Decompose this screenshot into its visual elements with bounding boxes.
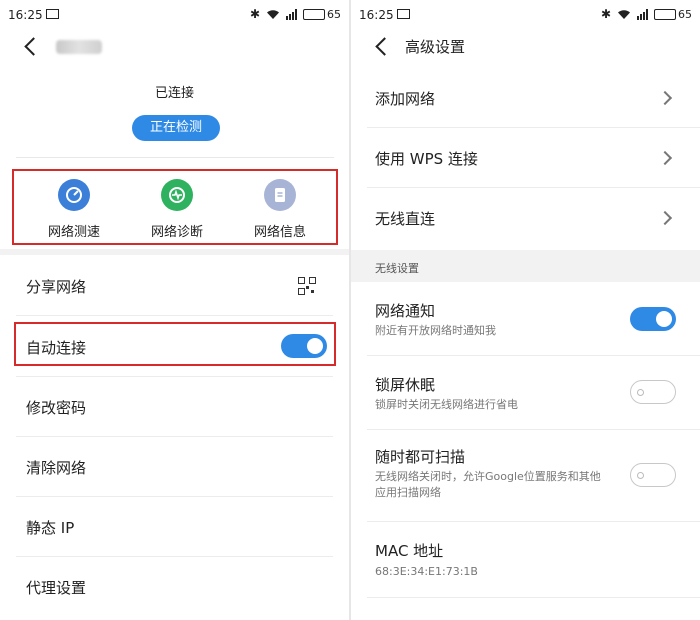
chevron-right-icon: [657, 150, 673, 166]
network-notification-toggle[interactable]: [630, 307, 676, 331]
row-label: 无线直连: [375, 210, 436, 228]
row-label: 清除网络: [26, 459, 87, 477]
row-wps-connect[interactable]: 使用 WPS 连接: [351, 128, 700, 188]
row-label: 修改密码: [26, 399, 87, 417]
row-proxy-settings[interactable]: 代理设置: [0, 557, 349, 617]
row-label: 静态 IP: [26, 519, 75, 537]
chevron-right-icon: [657, 210, 673, 226]
row-subtitle: 无线网络关闭时，允许Google位置服务和其他: [375, 470, 601, 483]
top-bar: [0, 30, 349, 66]
row-share-network[interactable]: 分享网络: [0, 255, 349, 316]
auto-connect-highlight-box: [14, 322, 336, 366]
wifi-icon: [267, 9, 279, 19]
tool-label: 网络诊断: [150, 225, 203, 240]
chevron-right-icon: [657, 90, 673, 106]
row-subtitle: 附近有开放网络时通知我: [375, 324, 496, 337]
row-title: 锁屏休眠: [375, 376, 436, 394]
row-title: 网络通知: [375, 302, 436, 320]
speedometer-icon: [58, 179, 90, 211]
tool-diagnose[interactable]: 网络诊断: [127, 177, 227, 241]
status-icons: ✱ 65: [250, 7, 341, 21]
qr-code-icon[interactable]: [298, 277, 316, 295]
pulse-icon: [161, 179, 193, 211]
sleep-on-lock-toggle[interactable]: [630, 380, 676, 404]
row-static-ip[interactable]: 静态 IP: [0, 497, 349, 557]
tool-label: 网络测速: [47, 225, 100, 240]
status-time: 16:25: [8, 8, 43, 22]
notification-icon: [397, 9, 410, 19]
tool-info[interactable]: 网络信息: [230, 177, 330, 241]
row-add-network[interactable]: 添加网络: [351, 68, 700, 128]
bluetooth-icon: ✱: [600, 7, 611, 21]
connection-status: 已连接: [154, 86, 194, 101]
wifi-detail-screen: 16:25 ✱ 65 已连接 正在检测 网络测速 网络诊断 网络信息 分享网络 …: [0, 0, 349, 620]
battery-icon: 65: [303, 8, 341, 21]
row-label: 代理设置: [26, 579, 87, 597]
row-label: 使用 WPS 连接: [375, 150, 478, 168]
battery-icon: 65: [654, 8, 692, 21]
advanced-settings-screen: 16:25 ✱ 65 高级设置 添加网络 使用 WPS 连接 无线直连 无线设置…: [351, 0, 700, 620]
signal-icon: [286, 8, 297, 20]
status-time: 16:25: [359, 8, 394, 22]
row-change-password[interactable]: 修改密码: [0, 377, 349, 437]
always-scan-toggle[interactable]: [630, 463, 676, 487]
row-network-notification[interactable]: 网络通知 附近有开放网络时通知我: [351, 282, 700, 356]
status-bar: 16:25 ✱ 65: [351, 0, 700, 30]
back-arrow-icon[interactable]: [373, 36, 393, 58]
section-title: 无线设置: [375, 262, 419, 275]
bluetooth-icon: ✱: [249, 7, 260, 21]
tools-highlight-box: 网络测速 网络诊断 网络信息: [12, 169, 338, 245]
tool-label: 网络信息: [253, 225, 306, 240]
row-subtitle: 应用扫描网络: [375, 486, 441, 499]
top-bar: 高级设置: [351, 30, 700, 66]
section-header: 无线设置: [351, 250, 700, 282]
row-label: 分享网络: [26, 278, 87, 296]
row-mac-address: MAC 地址 68:3E:34:E1:73:1B: [351, 522, 700, 598]
signal-icon: [637, 8, 648, 20]
document-icon: [264, 179, 296, 211]
status-bar: 16:25 ✱ 65: [0, 0, 349, 30]
divider: [16, 157, 334, 158]
row-sleep-on-lock[interactable]: 锁屏休眠 锁屏时关闭无线网络进行省电: [351, 356, 700, 430]
notification-icon: [46, 9, 59, 19]
row-wifi-direct[interactable]: 无线直连: [351, 188, 700, 248]
back-arrow-icon[interactable]: [22, 36, 42, 58]
wifi-icon: [618, 9, 630, 19]
detecting-button[interactable]: 正在检测: [132, 115, 220, 141]
battery-percent: 65: [678, 7, 692, 21]
tool-speed-test[interactable]: 网络测速: [24, 177, 124, 241]
network-name-blurred: [56, 40, 102, 54]
battery-percent: 65: [327, 7, 341, 21]
status-icons: ✱ 65: [601, 7, 692, 21]
row-label: 添加网络: [375, 90, 436, 108]
row-title: 随时都可扫描: [375, 448, 466, 466]
row-always-scan[interactable]: 随时都可扫描 无线网络关闭时，允许Google位置服务和其他 应用扫描网络: [351, 430, 700, 522]
row-forget-network[interactable]: 清除网络: [0, 437, 349, 497]
page-title: 高级设置: [405, 38, 466, 56]
row-subtitle: 锁屏时关闭无线网络进行省电: [375, 398, 518, 411]
row-title: MAC 地址: [375, 542, 444, 560]
mac-address-value: 68:3E:34:E1:73:1B: [375, 565, 478, 578]
